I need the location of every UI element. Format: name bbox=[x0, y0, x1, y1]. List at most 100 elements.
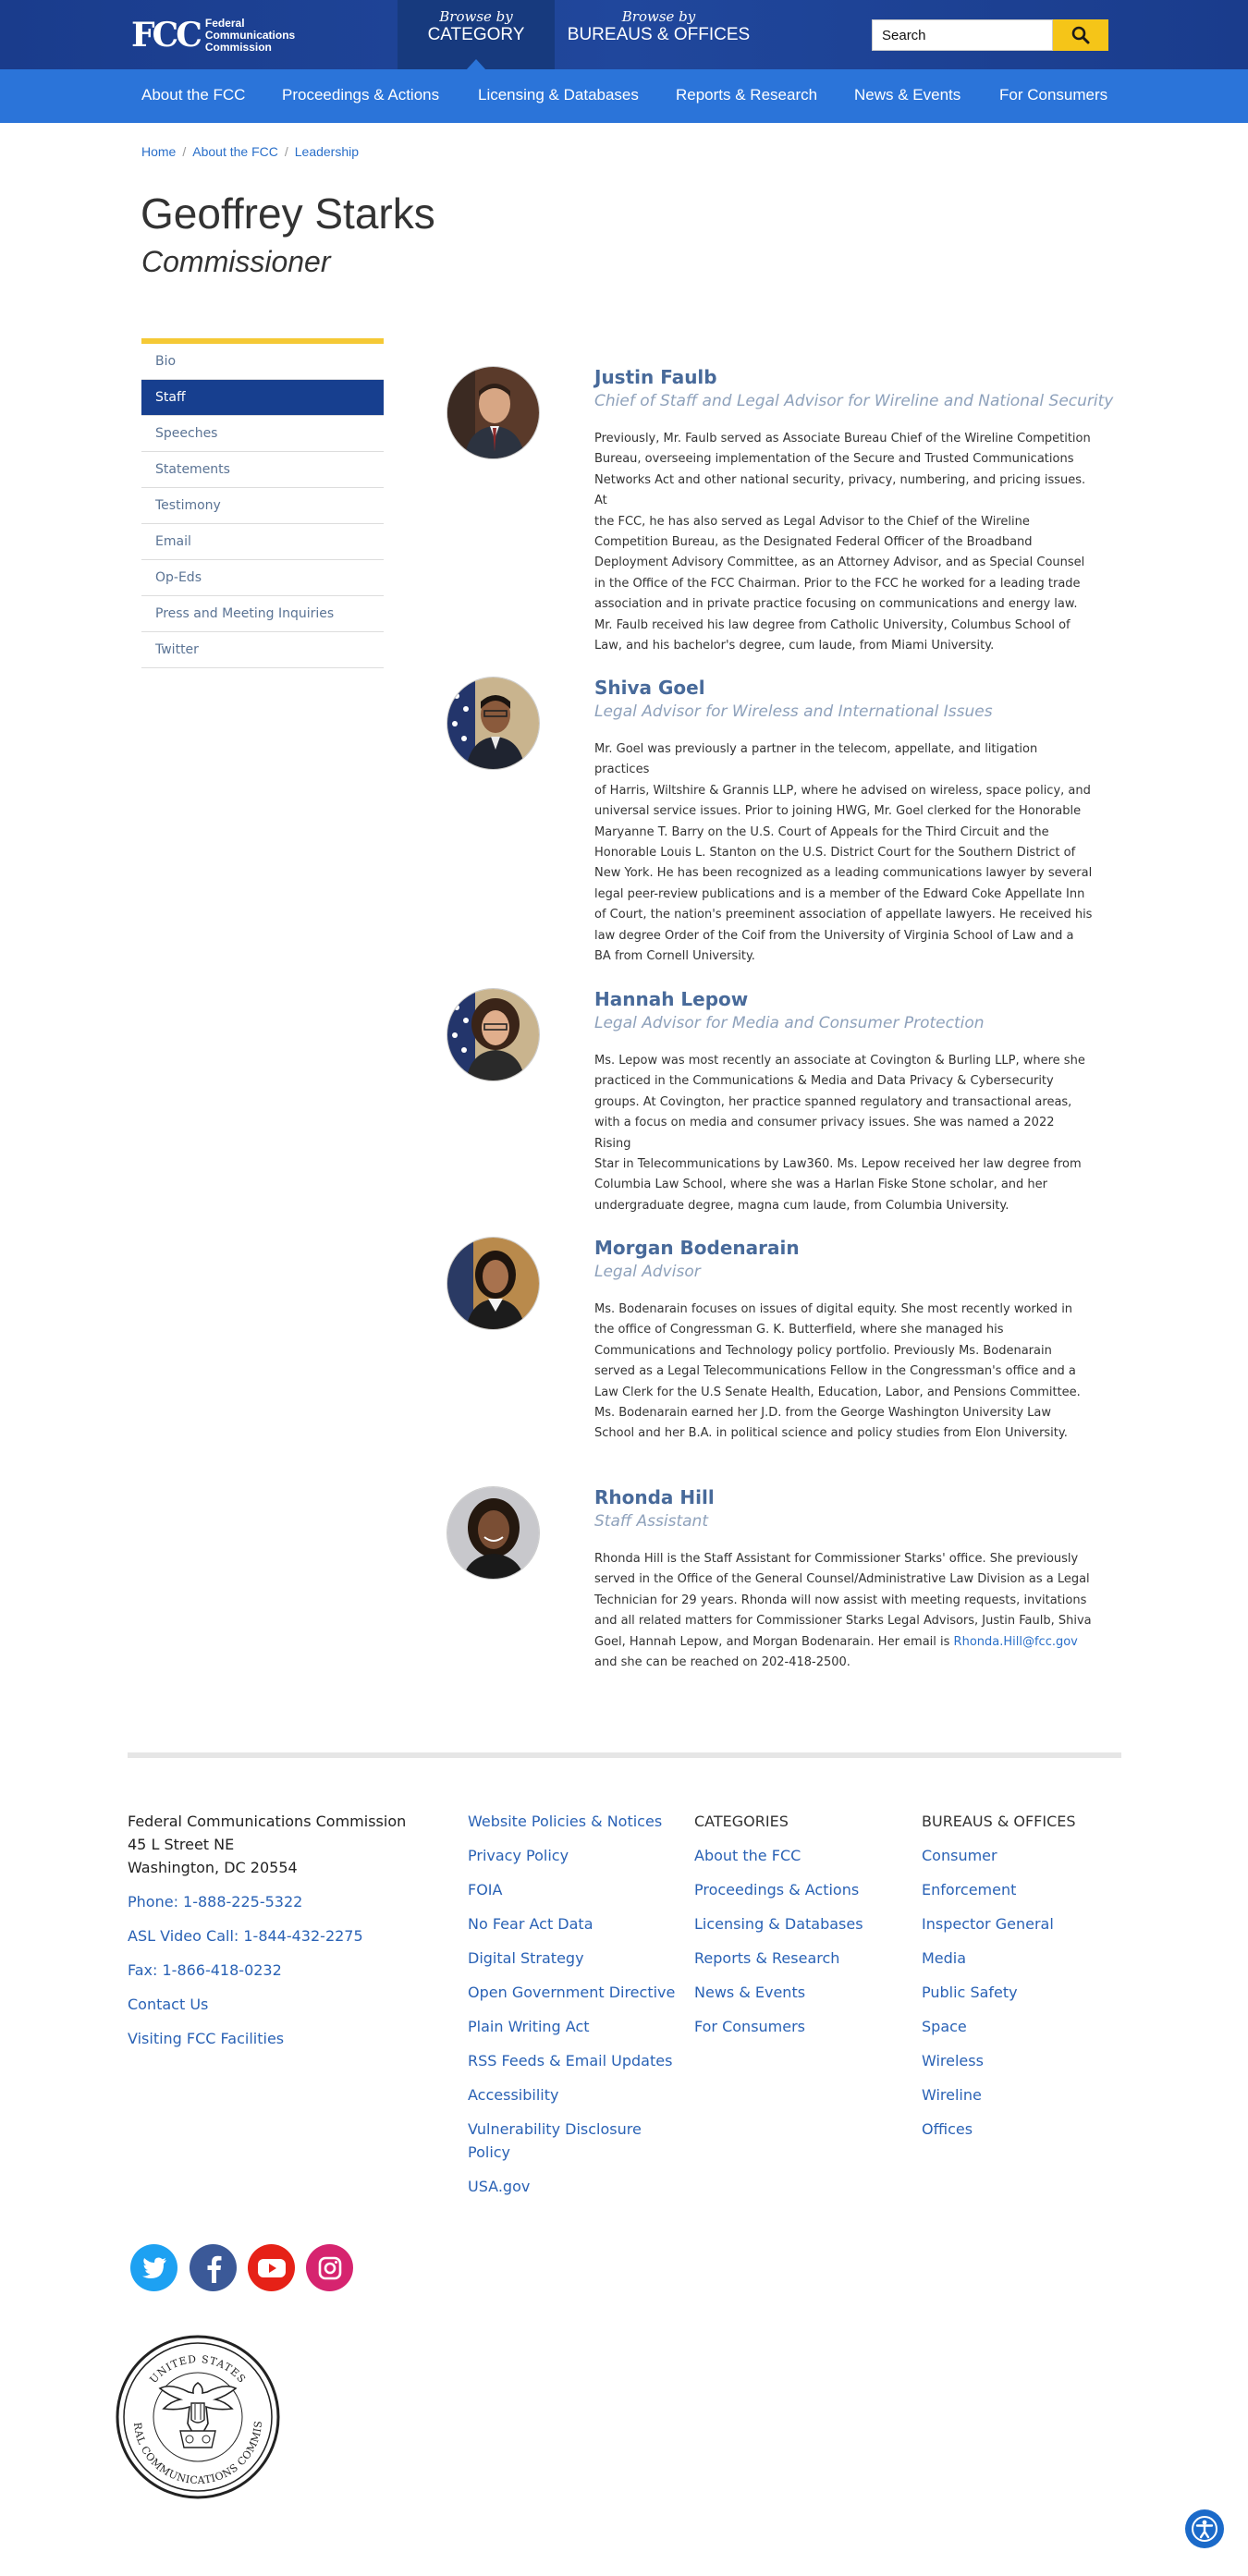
footer-bureau-link[interactable]: Consumer bbox=[922, 1844, 1076, 1867]
footer-bureau-link[interactable]: Wireline bbox=[922, 2083, 1076, 2106]
avatar bbox=[447, 988, 540, 1081]
page-title: Geoffrey Starks bbox=[141, 189, 435, 238]
footer-divider bbox=[128, 1752, 1121, 1758]
footer-policy-link[interactable]: RSS Feeds & Email Updates bbox=[468, 2049, 675, 2072]
site-header: FCC Federal Communications Commission Br… bbox=[0, 0, 1248, 70]
staff-role: Legal Advisor bbox=[594, 1263, 701, 1281]
staff-card-justin-faulb: Justin Faulb Chief of Staff and Legal Ad… bbox=[447, 366, 1113, 653]
staff-role: Staff Assistant bbox=[594, 1512, 708, 1531]
footer-policy-link[interactable]: USA.gov bbox=[468, 2175, 675, 2198]
footer-category-link[interactable]: About the FCC bbox=[694, 1844, 863, 1867]
nav-licensing-databases[interactable]: Licensing & Databases bbox=[478, 86, 639, 104]
browse-by-category-button[interactable]: Browse by CATEGORY bbox=[398, 0, 555, 70]
side-menu-op-eds[interactable]: Op-Eds bbox=[141, 560, 384, 596]
footer-bureau-link[interactable]: Wireless bbox=[922, 2049, 1076, 2072]
staff-name: Shiva Goel bbox=[594, 677, 705, 699]
footer-categories-column: CATEGORIES About the FCC Proceedings & A… bbox=[694, 1810, 863, 2038]
footer-contact-column: Federal Communications Commission 45 L S… bbox=[128, 1810, 406, 2050]
breadcrumb: Home / About the FCC / Leadership bbox=[141, 144, 360, 159]
breadcrumb-leadership[interactable]: Leadership bbox=[295, 144, 359, 159]
footer-visiting-link[interactable]: Visiting FCC Facilities bbox=[128, 2027, 406, 2050]
side-menu-twitter[interactable]: Twitter bbox=[141, 632, 384, 668]
footer-policy-link[interactable]: Privacy Policy bbox=[468, 1844, 675, 1867]
footer-category-link[interactable]: Licensing & Databases bbox=[694, 1912, 863, 1935]
staff-card-rhonda-hill: Rhonda Hill Staff Assistant Rhonda Hill … bbox=[447, 1486, 1094, 1671]
staff-role: Legal Advisor for Media and Consumer Pro… bbox=[594, 1014, 985, 1032]
footer-policy-link[interactable]: Vulnerability Disclosure bbox=[468, 2118, 675, 2141]
footer-bureau-link[interactable]: Inspector General bbox=[922, 1912, 1076, 1935]
footer-policy-link[interactable]: FOIA bbox=[468, 1878, 675, 1901]
footer-bureau-link[interactable]: Media bbox=[922, 1947, 1076, 1970]
instagram-icon[interactable] bbox=[306, 2244, 353, 2291]
footer-policy-column: Website Policies & Notices Privacy Polic… bbox=[468, 1810, 675, 2198]
staff-name: Morgan Bodenarain bbox=[594, 1237, 800, 1259]
footer-contact-us-link[interactable]: Contact Us bbox=[128, 1993, 406, 2016]
side-menu-staff[interactable]: Staff bbox=[141, 380, 384, 416]
footer-bureau-link[interactable]: Space bbox=[922, 2015, 1076, 2038]
staff-name: Justin Faulb bbox=[594, 366, 717, 388]
footer-categories-header: CATEGORIES bbox=[694, 1813, 789, 1830]
footer-bureau-link[interactable]: Public Safety bbox=[922, 1981, 1076, 2004]
footer-category-link[interactable]: Reports & Research bbox=[694, 1947, 863, 1970]
nav-for-consumers[interactable]: For Consumers bbox=[999, 86, 1107, 104]
footer-address-line: 45 L Street NE bbox=[128, 1836, 235, 1853]
staff-card-hannah-lepow: Hannah Lepow Legal Advisor for Media and… bbox=[447, 988, 1094, 1213]
nav-reports-research[interactable]: Reports & Research bbox=[676, 86, 817, 104]
footer-policy-link[interactable]: Plain Writing Act bbox=[468, 2015, 675, 2038]
footer-bureaus-header: BUREAUS & OFFICES bbox=[922, 1813, 1076, 1830]
avatar bbox=[447, 366, 540, 459]
footer-asl-link[interactable]: ASL Video Call: 1-844-432-2275 bbox=[128, 1924, 406, 1947]
staff-bio: Rhonda Hill is the Staff Assistant for C… bbox=[594, 1552, 1092, 1670]
nav-about-the-fcc[interactable]: About the FCC bbox=[141, 86, 245, 104]
staff-card-shiva-goel: Shiva Goel Legal Advisor for Wireless an… bbox=[447, 677, 1094, 963]
footer-policy-link[interactable]: Open Government Directive bbox=[468, 1981, 675, 2004]
email-link[interactable]: Rhonda.Hill@fcc.gov bbox=[954, 1635, 1078, 1649]
side-menu-press-inquiries[interactable]: Press and Meeting Inquiries bbox=[141, 596, 384, 632]
footer-policy-link[interactable]: Accessibility bbox=[468, 2083, 675, 2106]
footer-policy-link[interactable]: No Fear Act Data bbox=[468, 1912, 675, 1935]
staff-bio: Ms. Lepow was most recently an associate… bbox=[594, 1054, 1085, 1213]
avatar bbox=[447, 677, 540, 770]
footer-phone-link[interactable]: Phone: 1-888-225-5322 bbox=[128, 1890, 406, 1913]
footer-category-link[interactable]: Proceedings & Actions bbox=[694, 1878, 863, 1901]
footer-address-line: Washington, DC 20554 bbox=[128, 1859, 298, 1876]
staff-name: Hannah Lepow bbox=[594, 988, 749, 1010]
page-subtitle: Commissioner bbox=[141, 245, 331, 278]
footer-category-link[interactable]: News & Events bbox=[694, 1981, 863, 2004]
nav-news-events[interactable]: News & Events bbox=[854, 86, 960, 104]
footer-bureaus-column: BUREAUS & OFFICES Consumer Enforcement I… bbox=[922, 1810, 1076, 2141]
side-menu-email[interactable]: Email bbox=[141, 524, 384, 560]
breadcrumb-about[interactable]: About the FCC bbox=[192, 144, 278, 159]
browse-by-bureaus-button[interactable]: Browse by BUREAUS & OFFICES bbox=[555, 0, 763, 69]
staff-bio: Ms. Bodenarain focuses on issues of digi… bbox=[594, 1302, 1081, 1441]
side-menu-statements[interactable]: Statements bbox=[141, 452, 384, 488]
accessibility-button[interactable] bbox=[1185, 2509, 1224, 2548]
footer-bureau-link[interactable]: Offices bbox=[922, 2118, 1076, 2141]
youtube-icon[interactable] bbox=[248, 2244, 295, 2291]
side-menu-speeches[interactable]: Speeches bbox=[141, 416, 384, 452]
side-menu-bio[interactable]: Bio bbox=[141, 344, 384, 380]
main-nav: About the FCC Proceedings & Actions Lice… bbox=[0, 69, 1248, 123]
staff-role: Chief of Staff and Legal Advisor for Wir… bbox=[594, 392, 1114, 410]
footer-fax-link[interactable]: Fax: 1-866-418-0232 bbox=[128, 1959, 406, 1982]
staff-name: Rhonda Hill bbox=[594, 1486, 715, 1508]
search-button[interactable] bbox=[1053, 19, 1108, 51]
staff-role: Legal Advisor for Wireless and Internati… bbox=[594, 702, 993, 721]
nav-proceedings-actions[interactable]: Proceedings & Actions bbox=[282, 86, 439, 104]
side-menu-testimony[interactable]: Testimony bbox=[141, 488, 384, 524]
footer-address-line: Federal Communications Commission bbox=[128, 1813, 407, 1830]
footer-category-link[interactable]: For Consumers bbox=[694, 2015, 863, 2038]
staff-bio: Mr. Goel was previously a partner in the… bbox=[594, 742, 1093, 964]
footer-policy-link[interactable]: Policy bbox=[468, 2141, 675, 2164]
footer-policy-link[interactable]: Website Policies & Notices bbox=[468, 1810, 675, 1833]
facebook-icon[interactable] bbox=[190, 2244, 237, 2291]
side-menu: Bio Staff Speeches Statements Testimony … bbox=[141, 338, 384, 668]
fcc-logo[interactable]: FCC Federal Communications Commission bbox=[131, 17, 295, 54]
logo-text: Federal Communications Commission bbox=[204, 16, 296, 54]
avatar bbox=[447, 1237, 540, 1330]
breadcrumb-home[interactable]: Home bbox=[141, 144, 176, 159]
footer-bureau-link[interactable]: Enforcement bbox=[922, 1878, 1076, 1901]
footer-policy-link[interactable]: Digital Strategy bbox=[468, 1947, 675, 1970]
twitter-icon[interactable] bbox=[130, 2244, 177, 2291]
search-input[interactable]: Search bbox=[872, 19, 1053, 51]
